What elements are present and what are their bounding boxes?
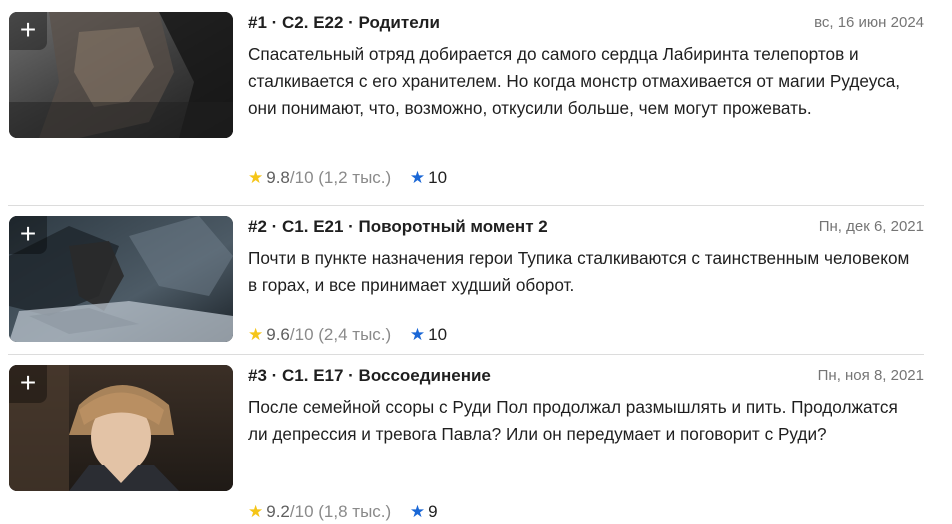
user-rating-value[interactable]: 10 <box>428 325 447 344</box>
plus-icon: + <box>19 218 37 249</box>
rating-max: /10 <box>289 168 314 187</box>
episode-thumbnail[interactable]: + <box>9 365 233 491</box>
user-rating-value[interactable]: 9 <box>428 502 437 521</box>
episode-header: #1 · С2. E22 · Родители вс, 16 июн 2024 <box>248 11 924 35</box>
episode-card: + #2 · С1. E21 · Поворотный момент 2 Пн,… <box>0 206 952 354</box>
star-icon: ★ <box>248 325 264 344</box>
episode-content: #2 · С1. E21 · Поворотный момент 2 Пн, д… <box>248 215 924 344</box>
rating-value: 9.8 <box>266 168 290 187</box>
episode-air-date: Пн, ноя 8, 2021 <box>817 367 924 384</box>
star-icon: ★ <box>248 502 264 521</box>
episode-title[interactable]: #3 · С1. E17 · Воссоединение <box>248 366 491 385</box>
episode-card: + #1 · С2. E22 · Родители вс, 16 июн 202… <box>0 0 952 205</box>
episode-plot: После семейной ссоры с Руди Пол продолжа… <box>248 397 898 444</box>
user-star-icon[interactable]: ★ <box>410 502 425 521</box>
episode-thumbnail[interactable]: + <box>9 12 233 138</box>
add-to-watchlist-button[interactable]: + <box>9 12 47 50</box>
episode-card: + #3 · С1. E17 · Воссоединение Пн, ноя 8… <box>0 355 952 521</box>
episode-plot: Спасательный отряд добирается до самого … <box>248 44 901 118</box>
rating-votes: (2,4 тыс.) <box>318 325 392 344</box>
episode-list: + #1 · С2. E22 · Родители вс, 16 июн 202… <box>0 0 952 521</box>
episode-header: #3 · С1. E17 · Воссоединение Пн, ноя 8, … <box>248 364 924 388</box>
rating-max: /10 <box>289 325 314 344</box>
episode-content: #1 · С2. E22 · Родители вс, 16 июн 2024 … <box>248 11 924 187</box>
episode-air-date: вс, 16 июн 2024 <box>814 14 924 31</box>
episode-rating-row: ★ 9.2/10 (1,8 тыс.) ★ 9 <box>248 500 438 524</box>
episode-rating-row: ★ 9.6/10 (2,4 тыс.) ★ 10 <box>248 323 447 347</box>
rating-votes: (1,2 тыс.) <box>318 168 392 187</box>
episode-title[interactable]: #2 · С1. E21 · Поворотный момент 2 <box>248 217 548 236</box>
plus-icon: + <box>19 14 37 45</box>
rating-value: 9.2 <box>266 502 290 521</box>
episode-header: #2 · С1. E21 · Поворотный момент 2 Пн, д… <box>248 215 924 239</box>
episode-thumbnail[interactable]: + <box>9 216 233 342</box>
episode-content: #3 · С1. E17 · Воссоединение Пн, ноя 8, … <box>248 364 924 521</box>
add-to-watchlist-button[interactable]: + <box>9 365 47 403</box>
user-star-icon[interactable]: ★ <box>410 325 425 344</box>
episode-title[interactable]: #1 · С2. E22 · Родители <box>248 13 440 32</box>
add-to-watchlist-button[interactable]: + <box>9 216 47 254</box>
episode-rating-row: ★ 9.8/10 (1,2 тыс.) ★ 10 <box>248 166 447 190</box>
star-icon: ★ <box>248 168 264 187</box>
user-star-icon[interactable]: ★ <box>410 168 425 187</box>
plus-icon: + <box>19 367 37 398</box>
user-rating-value[interactable]: 10 <box>428 168 447 187</box>
rating-max: /10 <box>289 502 314 521</box>
rating-votes: (1,8 тыс.) <box>318 502 392 521</box>
episode-air-date: Пн, дек 6, 2021 <box>818 218 924 235</box>
episode-plot: Почти в пункте назначения герои Тупика с… <box>248 248 910 295</box>
rating-value: 9.6 <box>266 325 290 344</box>
